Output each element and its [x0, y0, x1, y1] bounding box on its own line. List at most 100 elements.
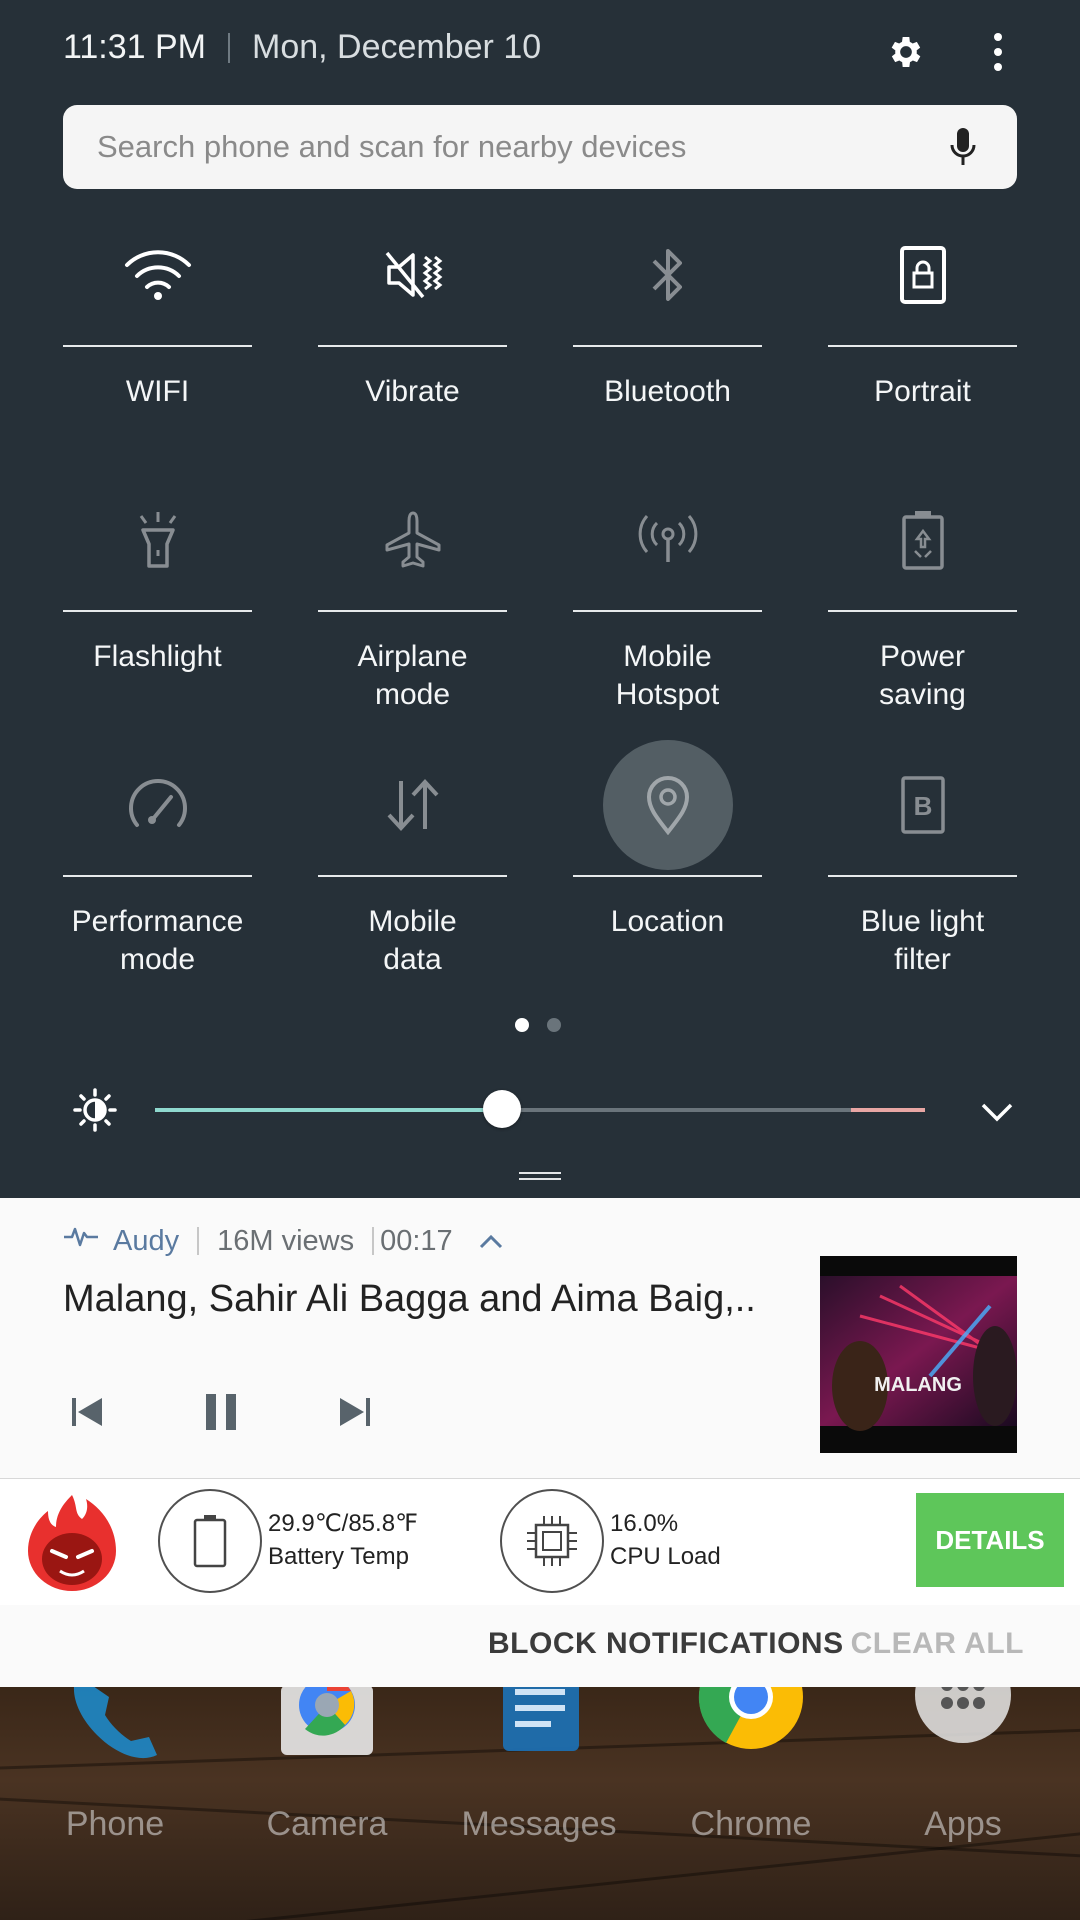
block-notifications-button[interactable]: BLOCK NOTIFICATIONS: [488, 1627, 844, 1661]
tile-underline: [573, 875, 762, 877]
tile-airplane-mode[interactable]: Airplane mode: [318, 480, 507, 745]
tile-vibrate[interactable]: Vibrate: [318, 215, 507, 480]
tile-label: Vibrate: [365, 375, 460, 408]
tile-performance-mode[interactable]: Performance mode: [63, 745, 252, 1010]
tile-location[interactable]: Location: [573, 740, 762, 1010]
messages-icon: [503, 1687, 579, 1751]
tile-label: Mobile data: [368, 905, 457, 976]
brightness-slider[interactable]: [155, 1108, 925, 1112]
tile-underline: [573, 610, 762, 612]
tile-underline: [828, 345, 1017, 347]
battery-icon: [193, 1515, 227, 1568]
tile-mobile-hotspot[interactable]: Mobile Hotspot: [573, 480, 762, 745]
tile-bluetooth[interactable]: Bluetooth: [573, 215, 762, 480]
vibrate-icon: [353, 215, 473, 335]
dock-app-label: Messages: [461, 1805, 617, 1843]
antutu-notification[interactable]: 29.9℃/85.8℉ Battery Temp 16.0% CPU Load …: [0, 1478, 1080, 1606]
chrome-icon: [698, 1687, 803, 1749]
location-pin-icon: [602, 740, 733, 870]
tile-blue-light-filter[interactable]: B Blue light filter: [828, 745, 1017, 1010]
data-arrows-icon: [353, 745, 473, 865]
brightness-sun-icon: [73, 1088, 117, 1137]
chevron-up-icon[interactable]: [479, 1225, 503, 1258]
speedometer-icon: [98, 745, 218, 865]
page-dot-active: [515, 1018, 529, 1032]
status-bar: 11:31 PM Mon, December 10: [63, 28, 541, 67]
apps-grid-icon: [915, 1687, 1011, 1743]
media-title: Malang, Sahir Ali Bagga and Aima Baig,..: [63, 1278, 756, 1320]
media-thumbnail: MALANG: [820, 1256, 1017, 1453]
tile-label: WIFI: [125, 375, 190, 408]
date: Mon, December 10: [252, 28, 542, 66]
blue-light-filter-icon: B: [863, 745, 983, 865]
portrait-lock-icon: [863, 215, 983, 335]
tile-portrait[interactable]: Portrait: [828, 215, 1017, 480]
tile-label: Airplane mode: [357, 640, 468, 711]
microphone-icon[interactable]: [941, 125, 985, 169]
chevron-down-icon[interactable]: [977, 1092, 1017, 1132]
dock: Phone Camera Messages Chrome Apps: [0, 1687, 1080, 1920]
media-views: 16M views: [217, 1224, 355, 1257]
top-actions: [884, 30, 1020, 74]
settings-gear-icon[interactable]: [884, 30, 928, 74]
quick-settings-panel: 11:31 PM Mon, December 10 WIFI: [0, 0, 1080, 1198]
page-indicator: [515, 1018, 561, 1032]
bluetooth-icon: [608, 215, 728, 335]
tile-underline: [318, 345, 507, 347]
tile-flashlight[interactable]: Flashlight: [63, 480, 252, 745]
more-options-icon[interactable]: [976, 30, 1020, 74]
previous-track-icon[interactable]: [63, 1388, 111, 1436]
media-elapsed: 00:17: [380, 1224, 453, 1257]
tile-underline: [318, 875, 507, 877]
brightness-thumb[interactable]: [482, 1090, 521, 1128]
tile-label: Blue light filter: [860, 905, 985, 976]
tile-underline: [63, 875, 252, 877]
battery-temp-label: Battery Temp: [268, 1543, 409, 1570]
pause-icon[interactable]: [197, 1388, 245, 1436]
battery-gauge: [158, 1489, 262, 1593]
cpu-load-value: 16.0%: [610, 1510, 679, 1537]
audio-wave-icon: [63, 1224, 99, 1258]
tile-label: Bluetooth: [604, 375, 731, 408]
drag-handle[interactable]: [519, 1172, 561, 1182]
notification-actions: BLOCK NOTIFICATIONS CLEAR ALL: [0, 1605, 1080, 1687]
battery-temp: 29.9℃/85.8℉ Battery Temp: [268, 1507, 418, 1573]
flashlight-icon: [98, 480, 218, 600]
camera-icon: [281, 1687, 373, 1755]
page-dot: [547, 1018, 561, 1032]
tile-power-saving[interactable]: Power saving: [828, 480, 1017, 745]
high-brightness-warning-zone: [851, 1108, 925, 1112]
media-controls: [63, 1388, 379, 1436]
tile-underline: [828, 610, 1017, 612]
clear-all-button[interactable]: CLEAR ALL: [851, 1627, 1024, 1661]
tile-mobile-data[interactable]: Mobile data: [318, 745, 507, 1010]
media-app-name: Audy: [113, 1224, 180, 1257]
cpu-load: 16.0% CPU Load: [610, 1507, 721, 1573]
tile-label: Location: [610, 905, 725, 938]
tile-label: Flashlight: [93, 640, 222, 673]
details-button[interactable]: DETAILS: [916, 1493, 1064, 1587]
wifi-icon: [98, 215, 218, 335]
tile-underline: [573, 345, 762, 347]
tile-label: Power saving: [879, 640, 966, 711]
media-notification[interactable]: Audy 16M views 00:17 Malang, Sahir Ali B…: [0, 1198, 1080, 1478]
cpu-load-label: CPU Load: [610, 1543, 721, 1570]
divider: [197, 1227, 200, 1255]
brightness-control: [63, 1082, 1017, 1138]
divider: [372, 1227, 375, 1255]
phone-icon: [74, 1687, 157, 1759]
search-input[interactable]: [95, 128, 941, 166]
tile-wifi[interactable]: WIFI: [63, 215, 252, 480]
tile-label: Performance mode: [71, 905, 244, 976]
tile-underline: [63, 345, 252, 347]
brightness-fill: [155, 1108, 502, 1112]
next-track-icon[interactable]: [331, 1388, 379, 1436]
tile-underline: [63, 610, 252, 612]
tile-label: Mobile Hotspot: [615, 640, 720, 711]
search-bar[interactable]: [63, 105, 1017, 189]
airplane-icon: [353, 480, 473, 600]
svg-text:B: B: [913, 791, 932, 821]
cpu-gauge: [500, 1489, 604, 1593]
dock-app-label: Chrome: [690, 1805, 812, 1843]
clock: 11:31 PM: [63, 28, 207, 66]
